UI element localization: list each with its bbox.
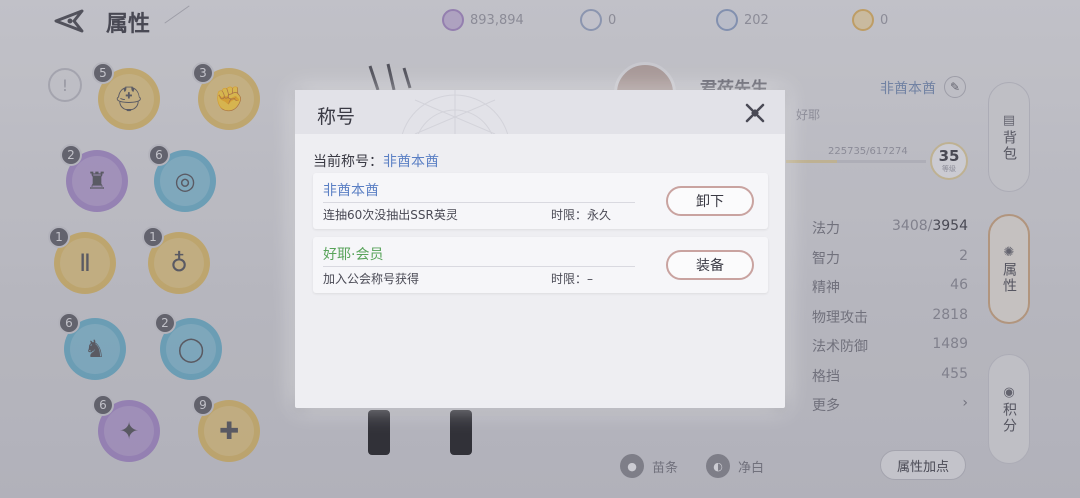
title-card: 非酋本酋 连抽60次没抽出SSR英灵 时限：永久 卸下 [313,173,768,229]
title-card-description: 加入公会称号获得 [323,272,420,286]
title-card-description: 连抽60次没抽出SSR英灵 [323,208,458,222]
title-card-name: 好耶·会员 [323,247,384,263]
modal-title: 称号 [317,106,356,128]
current-title-value: 非酋本酋 [383,154,439,170]
compass-decoration [401,90,509,134]
title-card-divider [323,202,635,203]
equip-button[interactable]: 装备 [666,250,754,280]
title-card-limit: 时限：永久 [551,208,612,222]
title-card-divider [323,266,635,267]
close-icon[interactable] [744,102,766,124]
modal-header: 称号 [295,90,785,134]
current-title-label: 当前称号： [313,154,383,170]
title-modal: 称号 当前称号：非酋本酋 非酋本酋 连抽60次没抽出SSR英灵 时限：永久 卸下… [295,90,785,408]
title-card-name: 非酋本酋 [323,183,379,199]
title-card: 好耶·会员 加入公会称号获得 时限：– 装备 [313,237,768,293]
unequip-button[interactable]: 卸下 [666,186,754,216]
current-title-line: 当前称号：非酋本酋 [313,151,439,171]
title-card-limit: 时限：– [551,272,594,286]
